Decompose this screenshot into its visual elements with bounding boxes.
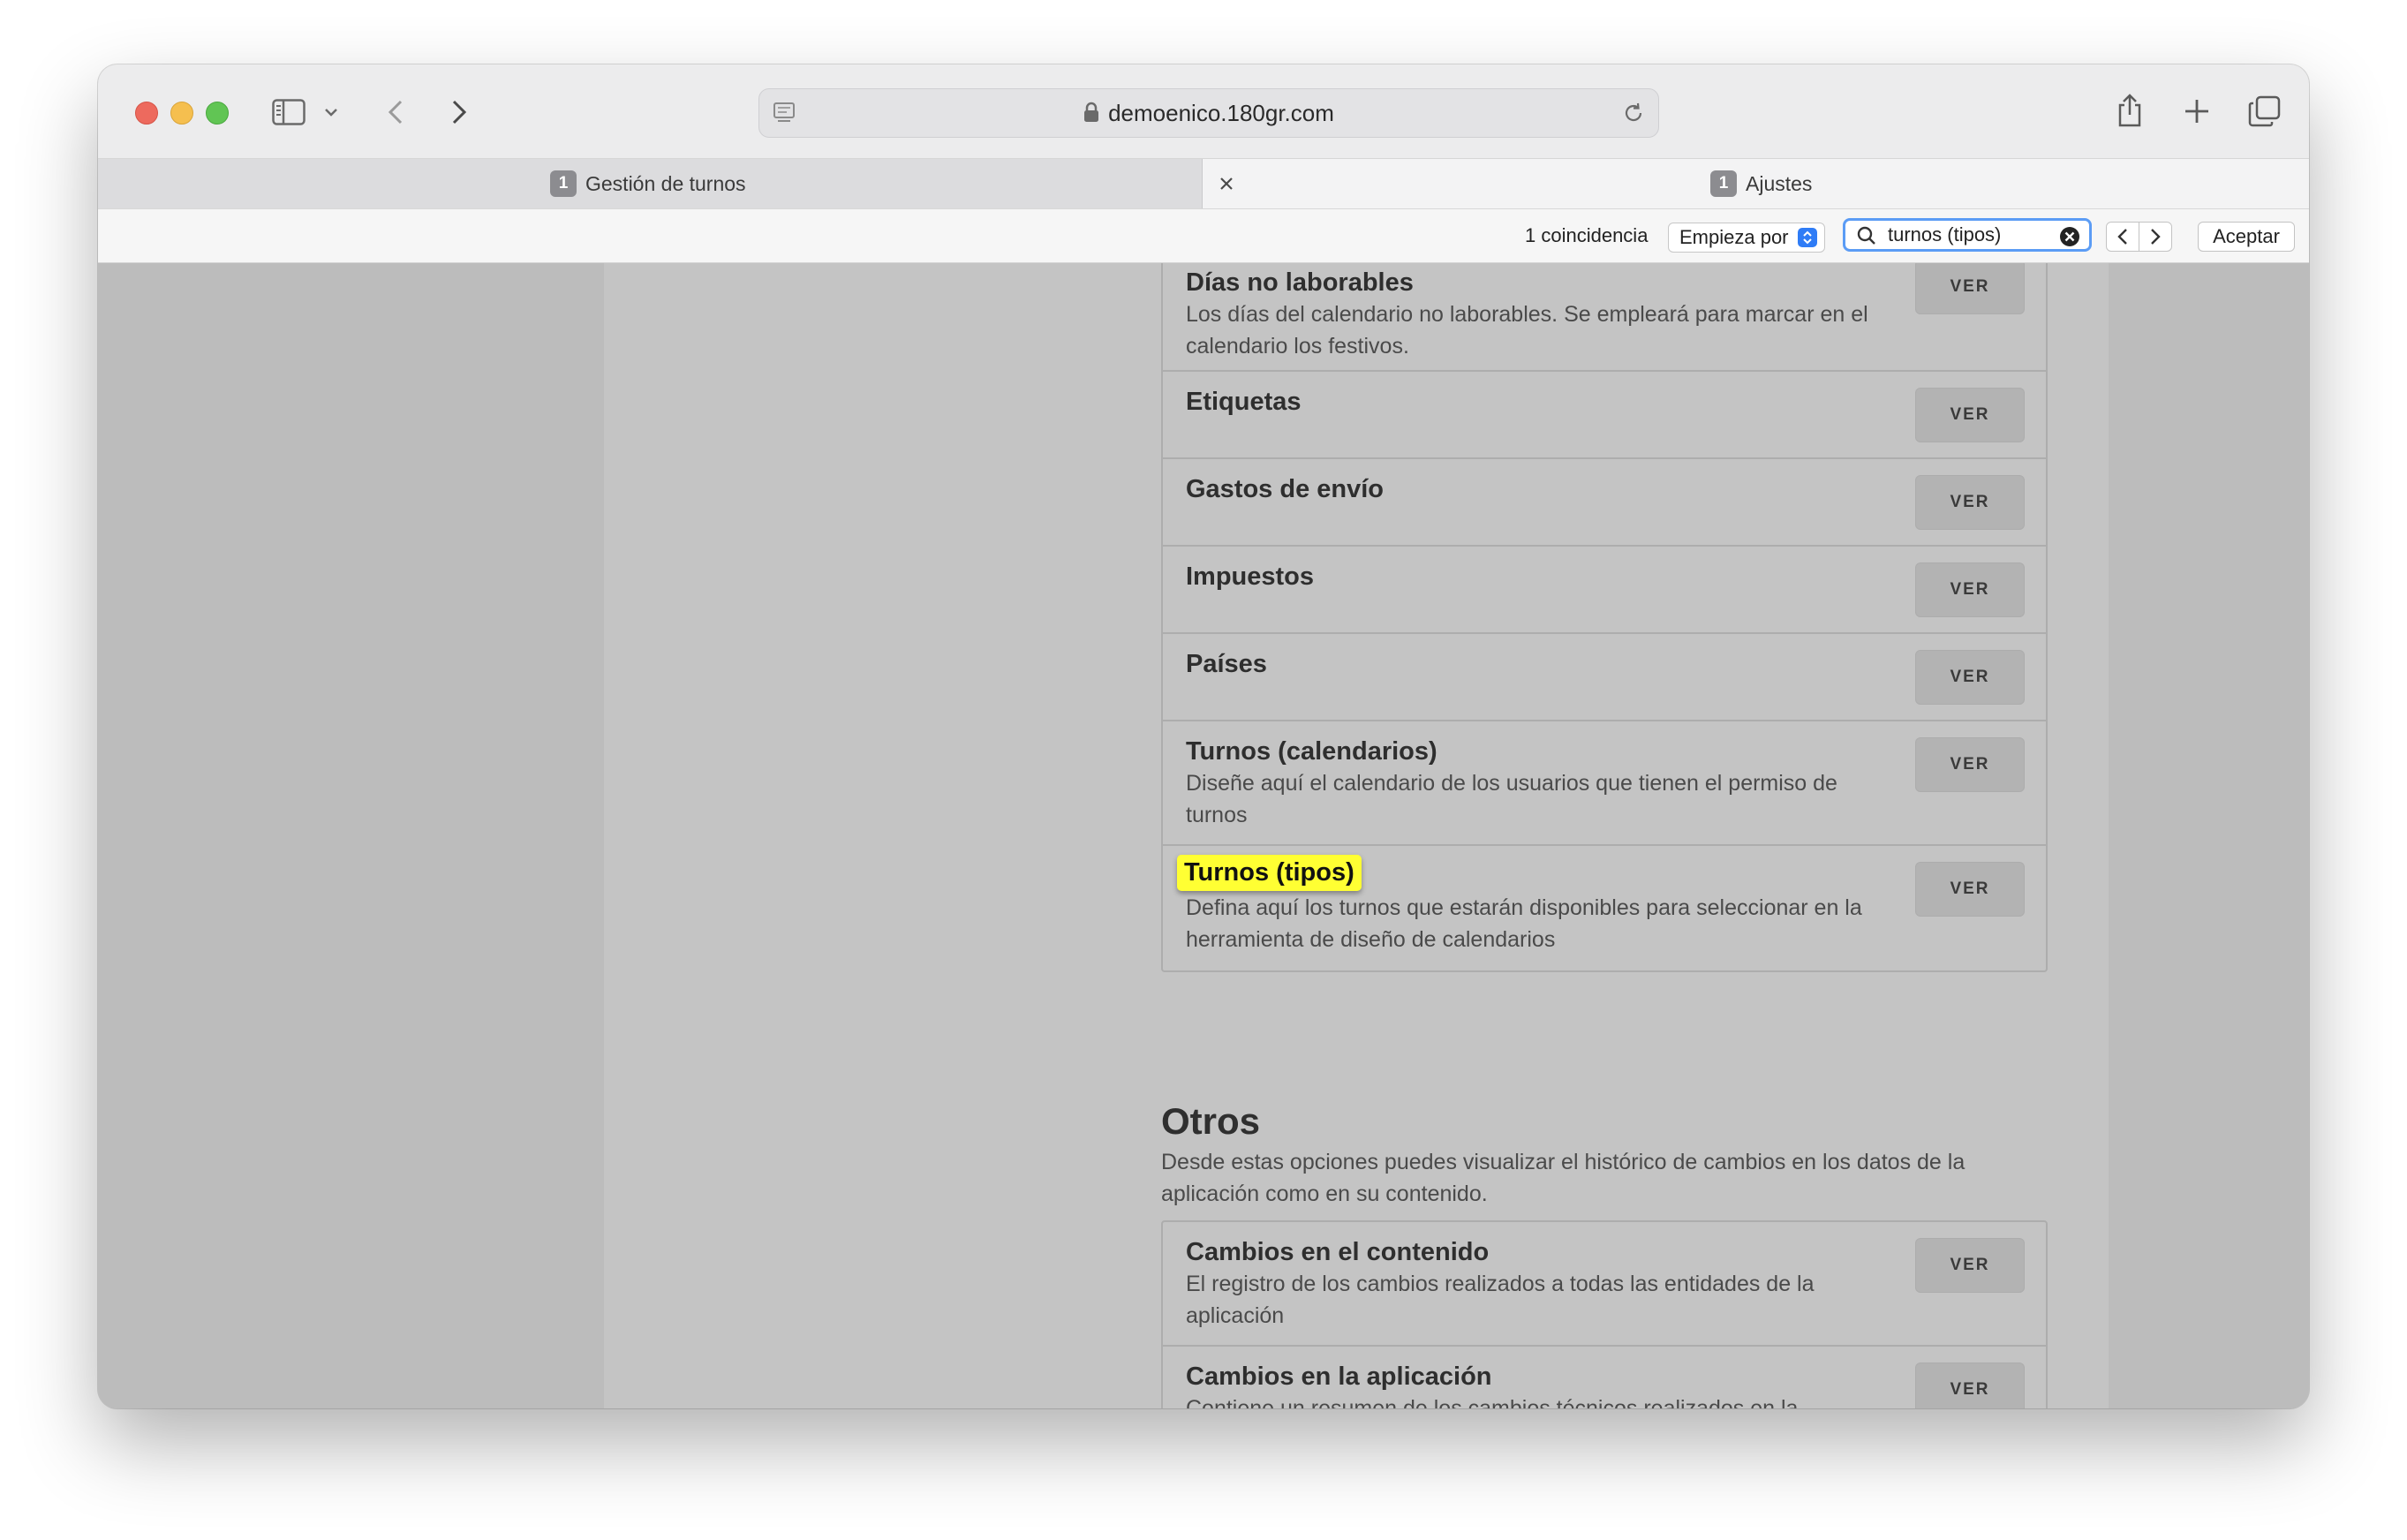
ver-button[interactable]: VER <box>1915 562 2025 617</box>
list-item-etiquetas: Etiquetas VER <box>1163 372 2046 459</box>
browser-toolbar: demoenico.180gr.com <box>98 64 2309 159</box>
list-item-turnos-calendarios: Turnos (calendarios) Diseñe aquí el cale… <box>1163 721 2046 846</box>
item-title: Turnos (calendarios) <box>1186 737 1437 766</box>
browser-window: demoenico.180gr.com 1 Gestión de turnos <box>98 64 2309 1408</box>
ver-button[interactable]: VER <box>1915 1238 2025 1293</box>
settings-list: Días no laborables Los días del calendar… <box>1161 263 2048 972</box>
tab-ajustes[interactable]: 1 Ajustes <box>1203 159 2309 208</box>
list-item-turnos-tipos: Defina aquí los turnos que estarán dispo… <box>1163 846 2046 970</box>
item-title: Días no laborables <box>1186 268 1414 297</box>
previous-match-icon[interactable] <box>2106 222 2139 252</box>
find-field[interactable] <box>1843 218 2092 252</box>
ver-button[interactable]: VER <box>1915 737 2025 792</box>
reload-icon[interactable] <box>1621 101 1646 125</box>
lock-icon <box>1083 91 1099 139</box>
list-item-impuestos: Impuestos VER <box>1163 547 2046 634</box>
find-match-count: 1 coincidencia <box>1525 224 1649 246</box>
find-done-button[interactable]: Aceptar <box>2198 222 2295 252</box>
item-description: Contiene un resumen de los cambios técni… <box>1186 1396 1799 1408</box>
tab-title: Gestión de turnos <box>585 171 746 195</box>
item-description: Los días del calendario no laborables. S… <box>1186 302 1868 359</box>
url-text: demoenico.180gr.com <box>1108 100 1334 126</box>
section-title-otros: Otros <box>1161 1100 1261 1142</box>
zoom-window-button[interactable] <box>206 102 229 125</box>
search-icon <box>1856 225 1877 251</box>
select-arrows-icon <box>1797 228 1817 247</box>
item-title: Etiquetas <box>1186 388 1302 416</box>
right-panel <box>2109 263 2309 1408</box>
ver-button[interactable]: VER <box>1915 650 2025 705</box>
next-match-icon[interactable] <box>2139 222 2172 252</box>
ver-button[interactable]: VER <box>1915 388 2025 442</box>
tab-label: 1 Ajustes <box>1710 159 1812 208</box>
clear-icon[interactable] <box>2059 226 2080 252</box>
tab-bar: 1 Gestión de turnos 1 Ajustes <box>98 159 2309 209</box>
tab-gestion-turnos[interactable]: 1 Gestión de turnos <box>98 159 1203 208</box>
tab-badge: 1 <box>1710 170 1737 197</box>
tab-label: 1 Gestión de turnos <box>550 159 746 208</box>
list-item-cambios-contenido: Cambios en el contenido El registro de l… <box>1163 1222 2046 1347</box>
tab-overview-icon[interactable] <box>2247 94 2282 128</box>
find-mode-label: Empieza por <box>1679 226 1789 248</box>
item-description: Diseñe aquí el calendario de los usuario… <box>1186 771 1837 827</box>
forward-icon[interactable] <box>446 96 472 128</box>
ver-button[interactable]: VER <box>1915 862 2025 917</box>
ver-button[interactable]: VER <box>1915 1363 2025 1408</box>
item-title: Países <box>1186 650 1267 678</box>
item-title: Gastos de envío <box>1186 475 1385 503</box>
find-bar: 1 coincidencia Empieza por Aceptar <box>98 209 2309 263</box>
ver-button[interactable]: VER <box>1915 263 2025 314</box>
sidebar-toggle-icon[interactable] <box>271 98 306 126</box>
find-mode-select[interactable]: Empieza por <box>1668 223 1825 253</box>
otros-list: Cambios en el contenido El registro de l… <box>1161 1220 2048 1408</box>
tab-title: Ajustes <box>1746 171 1813 195</box>
address-bar[interactable]: demoenico.180gr.com <box>758 88 1659 138</box>
list-item-paises: Países VER <box>1163 634 2046 721</box>
item-title: Cambios en el contenido <box>1186 1238 1490 1266</box>
list-item-cambios-aplicacion: Cambios en la aplicación Contiene un res… <box>1163 1347 2046 1408</box>
section-description-otros: Desde estas opciones puedes visualizar e… <box>1161 1150 1966 1206</box>
share-icon[interactable] <box>2114 91 2146 130</box>
minimize-window-button[interactable] <box>170 102 193 125</box>
page-content: Días no laborables Los días del calendar… <box>98 263 2309 1408</box>
item-title: Impuestos <box>1186 562 1315 591</box>
find-match-highlight: Turnos (tipos) <box>1177 855 1362 891</box>
find-input[interactable] <box>1888 223 2047 246</box>
chevron-down-icon[interactable] <box>322 103 340 121</box>
list-item-gastos-envio: Gastos de envío VER <box>1163 459 2046 547</box>
item-description: El registro de los cambios realizados a … <box>1186 1272 1815 1328</box>
item-title: Cambios en la aplicación <box>1186 1363 1492 1391</box>
back-icon[interactable] <box>382 96 409 128</box>
address-display: demoenico.180gr.com <box>759 89 1658 137</box>
new-tab-icon[interactable] <box>2182 96 2212 126</box>
tab-badge: 1 <box>550 170 577 197</box>
ver-button[interactable]: VER <box>1915 475 2025 530</box>
item-description: Defina aquí los turnos que estarán dispo… <box>1186 895 1862 952</box>
close-window-button[interactable] <box>135 102 158 125</box>
list-item-dias-no-laborables: Días no laborables Los días del calendar… <box>1163 263 2046 372</box>
left-panel <box>98 263 604 1408</box>
